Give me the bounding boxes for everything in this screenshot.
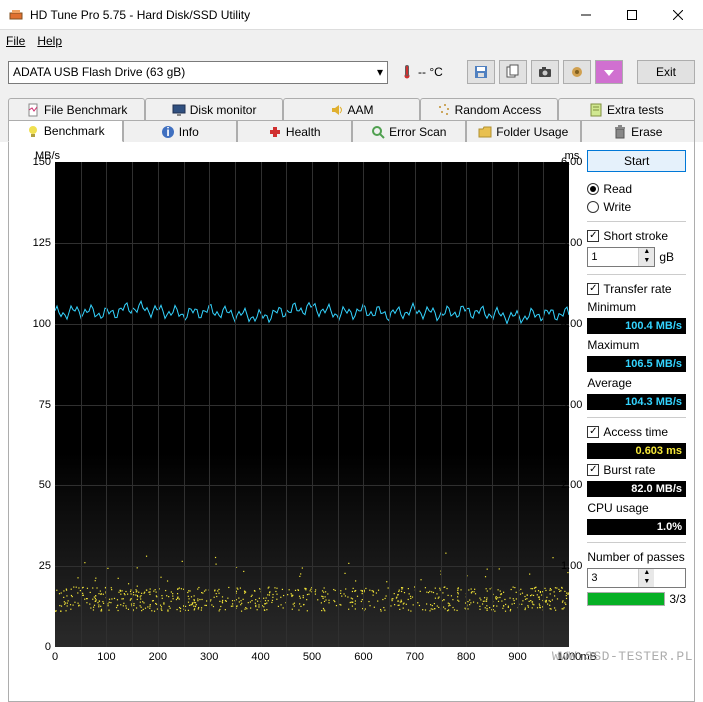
separator	[587, 542, 686, 543]
progress-bar	[587, 592, 665, 606]
check-short-stroke[interactable]: Short stroke	[587, 229, 686, 243]
random-icon	[437, 103, 451, 117]
access-value: 0.603 ms	[587, 443, 686, 459]
menubar: File Help	[0, 30, 703, 52]
exit-label: Exit	[656, 65, 676, 79]
bulb-icon	[26, 124, 40, 138]
radio-read[interactable]: Read	[587, 182, 686, 196]
folder-icon	[478, 125, 492, 139]
chart-area: MB/s ms 01002003004005006007008009001000…	[17, 150, 579, 693]
app-icon	[8, 7, 24, 23]
passes-input[interactable]: ▲▼	[587, 568, 686, 588]
spinner[interactable]: ▲▼	[638, 569, 654, 587]
tabrow-upper: File Benchmark Disk monitor AAM Random A…	[8, 98, 695, 120]
separator	[587, 221, 686, 222]
short-stroke-input[interactable]: ▲▼	[587, 247, 655, 267]
menu-file[interactable]: File	[6, 34, 25, 48]
plus-icon	[268, 125, 282, 139]
exit-button[interactable]: Exit	[637, 60, 695, 84]
minimize-button[interactable]	[563, 0, 609, 30]
drive-select-value: ADATA USB Flash Drive (63 gB)	[13, 65, 185, 79]
toolbar-icons	[467, 60, 623, 84]
tab-file-benchmark[interactable]: File Benchmark	[8, 98, 145, 120]
avg-value: 104.3 MB/s	[587, 394, 686, 410]
watermark: WWW.SSD-TESTER.PL	[552, 649, 693, 664]
file-icon	[26, 103, 40, 117]
passes-label: Number of passes	[587, 550, 686, 564]
min-value: 100.4 MB/s	[587, 318, 686, 334]
radio-icon	[587, 201, 599, 213]
drive-select[interactable]: ADATA USB Flash Drive (63 gB) ▾	[8, 61, 388, 84]
max-label: Maximum	[587, 338, 686, 352]
temperature-value: -- °C	[418, 65, 443, 79]
menu-help[interactable]: Help	[37, 34, 62, 48]
tab-aam[interactable]: AAM	[283, 98, 420, 120]
screenshot-button[interactable]	[531, 60, 559, 84]
tab-error-scan[interactable]: Error Scan	[352, 120, 467, 142]
speaker-icon	[330, 103, 344, 117]
thermometer-icon	[400, 65, 414, 79]
checkbox-icon	[587, 464, 599, 476]
monitor-icon	[172, 103, 186, 117]
content-area: MB/s ms 01002003004005006007008009001000…	[8, 142, 695, 702]
burst-value: 82.0 MB/s	[587, 481, 686, 497]
tab-info[interactable]: iInfo	[123, 120, 238, 142]
titlebar: HD Tune Pro 5.75 - Hard Disk/SSD Utility	[0, 0, 703, 30]
close-button[interactable]	[655, 0, 701, 30]
save-button[interactable]	[467, 60, 495, 84]
spinner[interactable]: ▲▼	[638, 248, 654, 266]
svg-text:i: i	[166, 125, 169, 139]
check-transfer-rate[interactable]: Transfer rate	[587, 282, 686, 296]
tabrow-lower: Benchmark iInfo Health Error Scan Folder…	[8, 120, 695, 142]
tab-benchmark[interactable]: Benchmark	[8, 120, 123, 142]
temperature-display: -- °C	[400, 65, 443, 79]
tab-erase[interactable]: Erase	[581, 120, 696, 142]
min-label: Minimum	[587, 300, 686, 314]
tab-random-access[interactable]: Random Access	[420, 98, 557, 120]
toolbar: ADATA USB Flash Drive (63 gB) ▾ -- °C Ex…	[0, 52, 703, 92]
window-buttons	[563, 0, 701, 30]
passes-done: 3/3	[669, 592, 686, 606]
trash-icon	[613, 125, 627, 139]
avg-label: Average	[587, 376, 686, 390]
tab-extra-tests[interactable]: Extra tests	[558, 98, 695, 120]
start-button[interactable]: Start	[587, 150, 686, 172]
cpu-label: CPU usage	[587, 501, 686, 515]
maximize-button[interactable]	[609, 0, 655, 30]
chart-canvas: 0100200300400500600700800900100002550751…	[55, 162, 569, 647]
tab-health[interactable]: Health	[237, 120, 352, 142]
side-panel: Start Read Write Short stroke ▲▼ gB Tran…	[587, 150, 686, 693]
check-access-time[interactable]: Access time	[587, 425, 686, 439]
tab-folder-usage[interactable]: Folder Usage	[466, 120, 581, 142]
checkbox-icon	[587, 426, 599, 438]
max-value: 106.5 MB/s	[587, 356, 686, 372]
chevron-down-icon: ▾	[377, 65, 383, 79]
cpu-value: 1.0%	[587, 519, 686, 535]
search-icon	[371, 125, 385, 139]
radio-write[interactable]: Write	[587, 200, 686, 214]
tab-disk-monitor[interactable]: Disk monitor	[145, 98, 282, 120]
tabs: File Benchmark Disk monitor AAM Random A…	[0, 92, 703, 142]
separator	[587, 274, 686, 275]
options-button[interactable]	[563, 60, 591, 84]
check-burst-rate[interactable]: Burst rate	[587, 463, 686, 477]
window-title: HD Tune Pro 5.75 - Hard Disk/SSD Utility	[30, 8, 563, 22]
info-icon: i	[161, 125, 175, 139]
checkbox-icon	[587, 283, 599, 295]
down-button[interactable]	[595, 60, 623, 84]
sheet-icon	[589, 103, 603, 117]
copy-button[interactable]	[499, 60, 527, 84]
separator	[587, 417, 686, 418]
radio-icon	[587, 183, 599, 195]
